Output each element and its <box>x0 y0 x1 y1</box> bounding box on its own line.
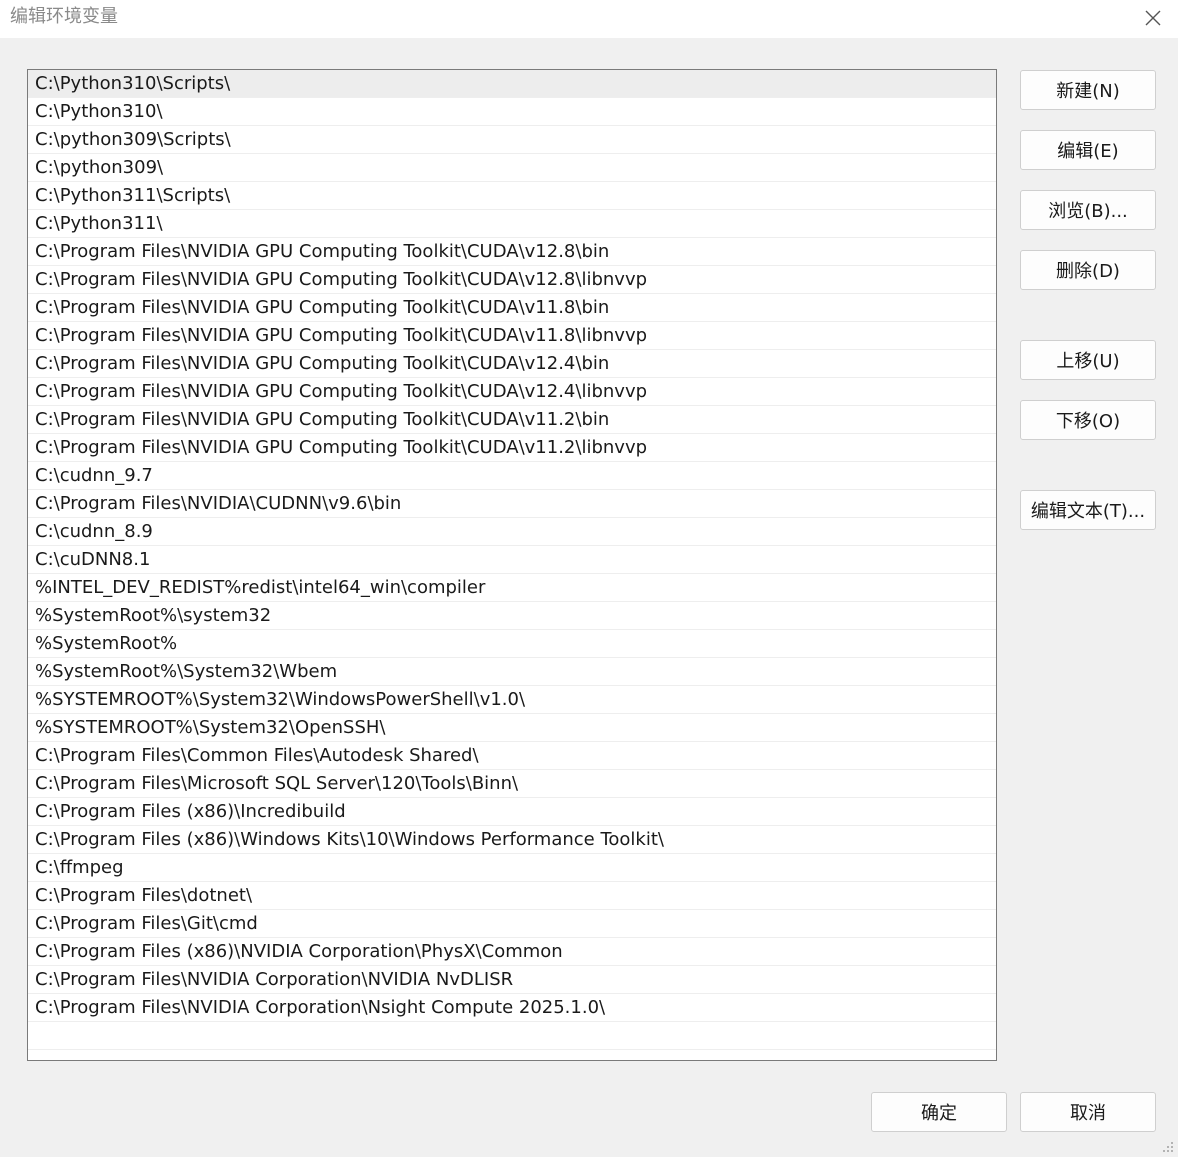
close-button[interactable] <box>1138 4 1168 32</box>
list-item[interactable]: C:\Program Files\Microsoft SQL Server\12… <box>28 770 996 798</box>
list-item[interactable]: C:\Program Files\NVIDIA Corporation\NVID… <box>28 966 996 994</box>
path-list[interactable]: C:\Python310\Scripts\ C:\Python310\ C:\pyt… <box>27 69 997 1061</box>
list-item[interactable]: C:\ffmpeg <box>28 854 996 882</box>
edit-button[interactable]: 编辑(E) <box>1020 130 1156 170</box>
empty-list-item[interactable] <box>28 1022 996 1050</box>
list-item[interactable]: C:\Program Files\NVIDIA GPU Computing To… <box>28 378 996 406</box>
list-item[interactable]: C:\Program Files\Git\cmd <box>28 910 996 938</box>
list-item[interactable]: C:\Program Files\dotnet\ <box>28 882 996 910</box>
list-item[interactable]: C:\python309\ <box>28 154 996 182</box>
list-item[interactable]: C:\Program Files (x86)\Windows Kits\10\W… <box>28 826 996 854</box>
list-item[interactable]: C:\Program Files\NVIDIA GPU Computing To… <box>28 350 996 378</box>
list-item[interactable]: C:\python309\Scripts\ <box>28 126 996 154</box>
list-item[interactable]: C:\cuDNN8.1 <box>28 546 996 574</box>
list-item[interactable]: %INTEL_DEV_REDIST%redist\intel64_win\com… <box>28 574 996 602</box>
window-title: 编辑环境变量 <box>10 6 118 27</box>
close-icon <box>1145 10 1161 26</box>
new-button[interactable]: 新建(N) <box>1020 70 1156 110</box>
list-item[interactable]: C:\cudnn_8.9 <box>28 518 996 546</box>
list-item[interactable]: C:\Program Files (x86)\NVIDIA Corporatio… <box>28 938 996 966</box>
list-item[interactable]: C:\Python311\ <box>28 210 996 238</box>
list-item[interactable]: C:\Program Files\NVIDIA GPU Computing To… <box>28 266 996 294</box>
list-item[interactable]: %SystemRoot%\System32\Wbem <box>28 658 996 686</box>
edit-text-button[interactable]: 编辑文本(T)... <box>1020 490 1156 530</box>
list-item[interactable]: C:\Python310\ <box>28 98 996 126</box>
browse-button[interactable]: 浏览(B)... <box>1020 190 1156 230</box>
delete-button[interactable]: 删除(D) <box>1020 250 1156 290</box>
list-item[interactable]: %SYSTEMROOT%\System32\OpenSSH\ <box>28 714 996 742</box>
list-item[interactable]: C:\Program Files\NVIDIA GPU Computing To… <box>28 322 996 350</box>
resize-grip-icon[interactable] <box>1162 1141 1174 1153</box>
list-item[interactable]: C:\Program Files\Common Files\Autodesk S… <box>28 742 996 770</box>
list-item[interactable]: C:\Program Files\NVIDIA Corporation\Nsig… <box>28 994 996 1022</box>
move-down-button[interactable]: 下移(O) <box>1020 400 1156 440</box>
title-bar: 编辑环境变量 <box>0 0 1178 38</box>
cancel-button[interactable]: 取消 <box>1020 1092 1156 1132</box>
list-item[interactable]: C:\Program Files\NVIDIA GPU Computing To… <box>28 434 996 462</box>
move-up-button[interactable]: 上移(U) <box>1020 340 1156 380</box>
list-item[interactable]: C:\Program Files\NVIDIA GPU Computing To… <box>28 406 996 434</box>
list-item[interactable]: C:\Program Files\NVIDIA GPU Computing To… <box>28 238 996 266</box>
list-item[interactable]: %SystemRoot%\system32 <box>28 602 996 630</box>
list-item[interactable]: %SystemRoot% <box>28 630 996 658</box>
list-item[interactable]: C:\Program Files (x86)\Incredibuild <box>28 798 996 826</box>
list-item[interactable]: C:\Program Files\NVIDIA GPU Computing To… <box>28 294 996 322</box>
list-item[interactable]: %SYSTEMROOT%\System32\WindowsPowerShell\… <box>28 686 996 714</box>
list-item[interactable]: C:\Python311\Scripts\ <box>28 182 996 210</box>
list-item[interactable]: C:\Python310\Scripts\ <box>28 70 996 98</box>
list-item[interactable]: C:\Program Files\NVIDIA\CUDNN\v9.6\bin <box>28 490 996 518</box>
ok-button[interactable]: 确定 <box>871 1092 1007 1132</box>
edit-environment-variable-dialog: 编辑环境变量 C:\Python310\Scripts\ C:\Python310… <box>0 0 1178 1157</box>
list-item[interactable]: C:\cudnn_9.7 <box>28 462 996 490</box>
